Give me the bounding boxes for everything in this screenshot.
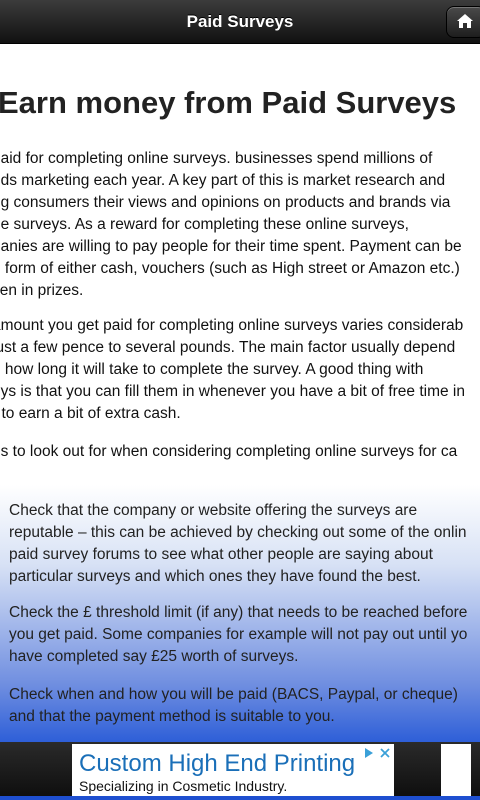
paragraph-line: ne surveys. As a reward for completing t… xyxy=(0,216,409,233)
top-toolbar: Paid Surveys xyxy=(0,0,480,44)
paragraph-line: amount you get paid for completing onlin… xyxy=(0,317,464,334)
list-item: Check when and how you will be paid (BAC… xyxy=(9,684,458,728)
paragraph-tips-intro: gs to look out for when considering comp… xyxy=(0,441,457,463)
ad-choices-icon[interactable] xyxy=(362,746,392,760)
paragraph-line: panies are willing to pay people for the… xyxy=(0,238,462,255)
ad-subtitle[interactable]: Specializing in Cosmetic Industry. xyxy=(79,778,287,794)
list-line: reputable – this can be achieved by chec… xyxy=(9,524,467,541)
list-line: paid survey forums to see what other peo… xyxy=(9,546,433,563)
paragraph-line: paid for completing online surveys. busi… xyxy=(0,150,433,167)
side-panel xyxy=(441,744,471,796)
paragraph-line: ven in prizes. xyxy=(0,282,84,299)
page-title: Paid Surveys xyxy=(186,12,294,31)
list-line: particular surveys and which ones they h… xyxy=(9,568,421,585)
list-line: Check when and how you will be paid (BAC… xyxy=(9,686,458,703)
home-icon xyxy=(457,14,473,28)
paragraph-payment: amount you get paid for completing onlin… xyxy=(0,315,465,425)
home-button[interactable] xyxy=(446,6,480,38)
bottom-ad-bar: Custom High End Printing Specializing in… xyxy=(0,742,480,800)
ad-title[interactable]: Custom High End Printing xyxy=(79,750,355,778)
bottom-strip xyxy=(0,796,480,800)
article-heading: Earn money from Paid Surveys xyxy=(0,85,457,120)
ad-banner[interactable]: Custom High End Printing Specializing in… xyxy=(72,744,394,796)
list-line: have completed say £25 worth of surveys. xyxy=(9,648,299,665)
list-line: Check that the company or website offeri… xyxy=(9,502,418,519)
paragraph-intro: paid for completing online surveys. busi… xyxy=(0,148,462,302)
paragraph-line: e form of either cash, vouchers (such as… xyxy=(0,260,460,277)
paragraph-line: r to earn a bit of extra cash. xyxy=(0,405,181,422)
list-line: and that the payment method is suitable … xyxy=(9,708,335,725)
paragraph-line: eys is that you can fill them in wheneve… xyxy=(0,383,465,400)
list-item: Check that the company or website offeri… xyxy=(9,500,467,588)
paragraph-line: just a few pence to several pounds. The … xyxy=(0,339,456,356)
paragraph-line: n how long it will take to complete the … xyxy=(0,361,424,378)
list-item: Check the £ threshold limit (if any) tha… xyxy=(9,602,467,668)
paragraph-line: gs to look out for when considering comp… xyxy=(0,443,458,460)
article-content: Earn money from Paid Surveys paid for co… xyxy=(0,45,480,742)
paragraph-line: nds marketing each year. A key part of t… xyxy=(0,172,446,189)
list-line: Check the £ threshold limit (if any) tha… xyxy=(9,604,468,621)
list-line: you get paid. Some companies for example… xyxy=(9,626,468,643)
paragraph-line: ng consumers their views and opinions on… xyxy=(0,194,451,211)
